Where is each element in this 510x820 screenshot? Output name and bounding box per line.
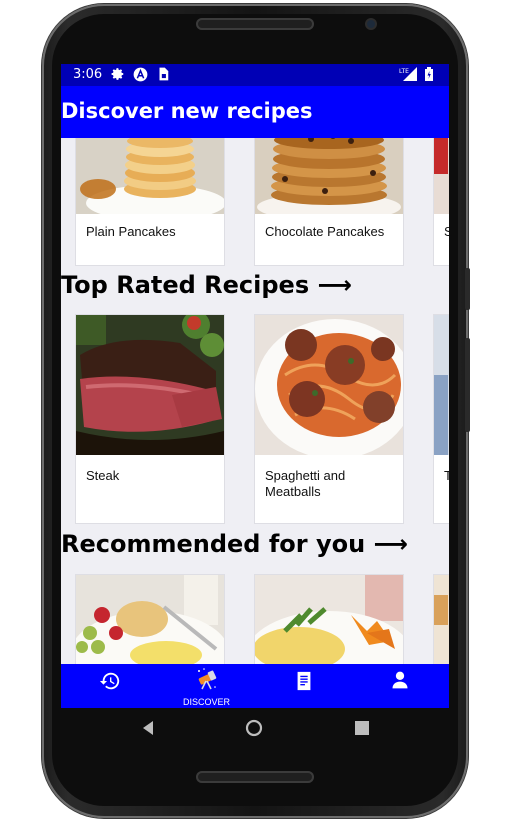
recommended-row[interactable] — [61, 574, 449, 664]
bottom-navigation: DISCOVER — [61, 664, 449, 708]
system-navigation-bar — [61, 708, 449, 754]
recipe-title: S — [444, 224, 449, 240]
home-icon[interactable] — [245, 719, 263, 737]
a-icon — [133, 67, 148, 82]
recipe-title: T — [444, 468, 449, 484]
status-time: 3:06 — [73, 67, 103, 82]
lte-signal-icon: LTE — [399, 67, 417, 81]
recipe-title: Steak — [86, 468, 120, 483]
recipe-feed[interactable]: Plain Pancakes Chocolate Pancakes Top Ra… — [61, 138, 449, 664]
pancake-row[interactable]: Plain Pancakes Chocolate Pancakes — [61, 138, 449, 266]
recipe-image — [434, 138, 449, 214]
steak-image — [76, 315, 224, 455]
status-bar: 3:06 LTE — [61, 64, 449, 86]
app-bar: Discover new recipes — [61, 86, 449, 138]
svg-text:LTE: LTE — [399, 68, 409, 75]
recipe-card-partial[interactable]: T — [433, 314, 449, 524]
telescope-icon — [198, 668, 217, 690]
omelette-image — [255, 575, 403, 664]
nav-history[interactable] — [61, 664, 158, 708]
recipe-card-plain-pancakes[interactable]: Plain Pancakes — [75, 138, 225, 266]
chocolate-pancakes-image — [255, 138, 403, 214]
sim-icon — [157, 67, 171, 81]
screen: 3:06 LTE Discover new recipes Plain Panc… — [61, 64, 449, 708]
plain-pancakes-image — [76, 138, 224, 214]
breakfast-plate-image — [76, 575, 224, 664]
nav-profile[interactable] — [352, 664, 449, 708]
nav-label: DISCOVER — [182, 697, 230, 707]
bottom-speaker — [196, 771, 314, 783]
history-icon — [99, 672, 120, 690]
recipe-image — [434, 575, 449, 664]
recipe-title: Chocolate Pancakes — [265, 224, 385, 239]
page-title: Discover new recipes — [61, 99, 313, 123]
volume-button — [465, 338, 470, 432]
recipe-card-steak[interactable]: Steak — [75, 314, 225, 524]
top-rated-row[interactable]: Steak Spaghetti and Meatballs — [61, 314, 449, 524]
recipe-card-breakfast-plate[interactable] — [75, 574, 225, 664]
recipe-title: Spaghetti and Meatballs — [265, 468, 346, 499]
nav-discover[interactable]: DISCOVER — [158, 664, 255, 708]
overview-icon[interactable] — [355, 721, 369, 735]
back-icon[interactable] — [141, 720, 155, 736]
front-camera — [367, 20, 375, 28]
recommended-heading[interactable]: Recommended for you ⟶ — [61, 530, 408, 558]
recipe-card-spaghetti-and-meatballs[interactable]: Spaghetti and Meatballs — [254, 314, 404, 524]
recipe-card-partial[interactable] — [433, 574, 449, 664]
nav-documents[interactable] — [255, 664, 352, 708]
recipe-title: Plain Pancakes — [86, 224, 176, 239]
top-rated-heading[interactable]: Top Rated Recipes ⟶ — [61, 271, 352, 299]
document-icon — [297, 671, 311, 691]
top-speaker — [196, 18, 314, 30]
person-icon — [392, 671, 408, 689]
power-button — [465, 268, 470, 310]
recipe-card-partial[interactable]: S — [433, 138, 449, 266]
recipe-image — [434, 315, 449, 455]
spaghetti-and-meatballs-image — [255, 315, 403, 455]
battery-icon — [425, 67, 433, 81]
gear-icon — [111, 67, 125, 81]
recipe-card-chocolate-pancakes[interactable]: Chocolate Pancakes — [254, 138, 404, 266]
recipe-card-omelette[interactable] — [254, 574, 404, 664]
